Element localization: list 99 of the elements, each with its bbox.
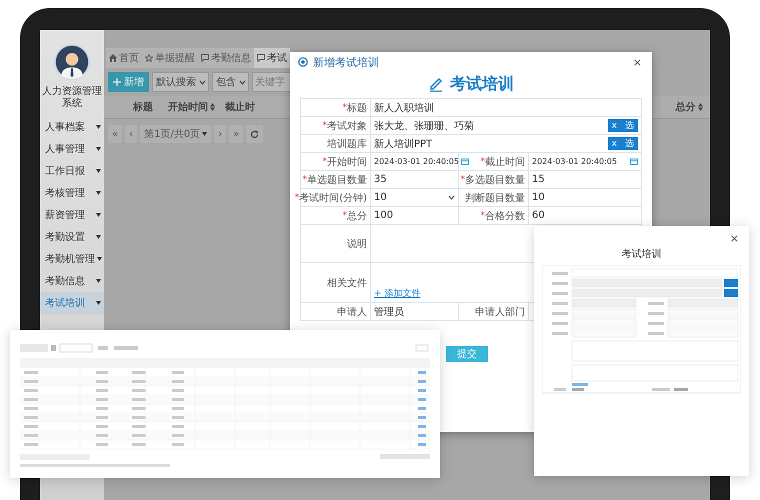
clear-button[interactable]: x	[608, 119, 621, 132]
caret-icon	[96, 235, 101, 239]
field-label: 培训题库	[327, 138, 367, 150]
tab[interactable]: 单据提醒	[142, 48, 198, 68]
caret-icon	[96, 169, 101, 173]
sort-icon	[210, 103, 215, 111]
field-label: 开始时间	[327, 156, 367, 168]
date-field[interactable]: 2024-03-01 20:40:05	[374, 153, 469, 170]
clear-button[interactable]: x	[608, 137, 621, 150]
tab[interactable]: 首页	[106, 48, 142, 68]
search-mode-select[interactable]: 默认搜索	[152, 72, 209, 92]
sidebar-item[interactable]: 考勤信息	[40, 270, 104, 292]
required-mark: *	[460, 174, 465, 184]
sort-icon	[698, 103, 702, 111]
last-page-button[interactable]: »	[229, 125, 244, 143]
field-label: 总分	[347, 210, 367, 222]
caret-icon	[96, 147, 101, 151]
caret-icon	[202, 132, 208, 136]
caret-icon	[96, 191, 101, 195]
pencil-icon	[428, 76, 444, 92]
required-mark: *	[322, 120, 327, 130]
previous-page-button[interactable]: ‹	[125, 125, 138, 143]
column-header[interactable]: 截止时	[219, 100, 261, 114]
required-mark: *	[294, 192, 300, 202]
field-label: 相关文件	[327, 276, 367, 290]
circle-dot-icon	[298, 57, 308, 67]
caret-icon	[96, 301, 101, 305]
text-field[interactable]: 100	[374, 207, 455, 224]
required-mark: *	[342, 102, 347, 112]
first-page-button[interactable]: «	[108, 125, 122, 143]
next-page-button[interactable]: ›	[214, 125, 226, 143]
sidebar-item[interactable]: 人事档案	[40, 116, 104, 138]
caret-icon	[96, 125, 101, 129]
text-field[interactable]: 新人入职培训	[374, 99, 638, 116]
select-field[interactable]: 10	[374, 189, 455, 206]
field-label: 合格分数	[485, 210, 525, 222]
sidebar-item[interactable]: 考勤机管理	[40, 248, 104, 270]
field-label: 判断题目数量	[465, 192, 525, 204]
avatar-icon	[54, 44, 90, 80]
chevron-icon	[199, 80, 206, 84]
tab[interactable]: 考勤信息	[198, 48, 254, 68]
add-button[interactable]: 新增	[108, 72, 149, 92]
column-header[interactable]: 标题	[122, 100, 164, 114]
field-label: 单选题目数量	[307, 174, 367, 186]
field-label: 申请人部门	[475, 306, 525, 318]
date-field[interactable]: 2024-03-01 20:40:05	[532, 153, 638, 170]
select-button[interactable]: 选	[621, 119, 638, 132]
sidebar-item[interactable]: 薪资管理	[40, 204, 104, 226]
text-field[interactable]: 10	[532, 189, 638, 206]
refresh-button[interactable]	[246, 125, 264, 143]
close-button[interactable]: ×	[728, 232, 741, 245]
field-label: 申请人	[337, 306, 367, 318]
select-button[interactable]: 选	[621, 137, 638, 150]
home-icon	[109, 54, 117, 62]
app-title: 人力资源管理系统	[41, 86, 103, 110]
chat-icon	[257, 54, 265, 62]
form-heading: 考试培训	[450, 74, 514, 94]
required-mark: *	[480, 156, 485, 166]
calendar-icon	[460, 158, 469, 165]
add-file-link[interactable]: + 添加文件	[374, 287, 420, 300]
field-label: 考试对象	[327, 120, 367, 132]
picker-field[interactable]: 张大龙、张珊珊、巧菊	[374, 117, 608, 134]
required-mark: *	[322, 156, 327, 166]
caret-icon	[97, 257, 102, 261]
sidebar-item[interactable]: 考勤设置	[40, 226, 104, 248]
field-label: 标题	[347, 102, 367, 114]
refresh-icon	[250, 130, 260, 138]
text-field[interactable]: 60	[532, 207, 638, 224]
tab[interactable]: 考试	[254, 48, 290, 68]
caret-icon	[96, 213, 101, 217]
required-mark: *	[480, 210, 485, 220]
sidebar-item[interactable]: 人事管理	[40, 138, 104, 160]
chevron-icon	[239, 80, 246, 84]
text-field[interactable]: 15	[532, 171, 638, 188]
text-field[interactable]: 35	[374, 171, 455, 188]
form-heading: 考试培训	[620, 248, 662, 261]
field-value: 管理员	[374, 306, 404, 318]
calendar-icon	[630, 158, 638, 165]
caret-icon	[96, 279, 101, 283]
chevron-icon	[448, 195, 455, 200]
required-mark: *	[302, 174, 307, 184]
chat-icon	[201, 54, 209, 62]
field-label: 截止时间	[485, 156, 525, 168]
star-icon	[145, 54, 153, 62]
column-header[interactable]: 开始时间	[164, 100, 219, 114]
sidebar-item[interactable]: 工作日报	[40, 160, 104, 182]
dialog-title: 新增考试培训	[313, 54, 380, 70]
sidebar-item[interactable]: 考试培训	[40, 292, 104, 314]
page-select[interactable]: 第1页/共0页	[140, 125, 212, 143]
sidebar-item[interactable]: 考核管理	[40, 182, 104, 204]
picker-field[interactable]: 新人培训PPT	[374, 135, 608, 152]
field-label: 多选题目数量	[465, 174, 525, 186]
match-mode-select[interactable]: 包含	[212, 72, 249, 92]
field-label: 说明	[347, 238, 367, 250]
close-button[interactable]: ×	[630, 56, 644, 68]
column-header[interactable]: 总分	[668, 100, 710, 114]
plus-icon	[113, 78, 121, 86]
required-mark: *	[342, 210, 347, 220]
field-label: 考试时间(分钟)	[299, 192, 367, 204]
